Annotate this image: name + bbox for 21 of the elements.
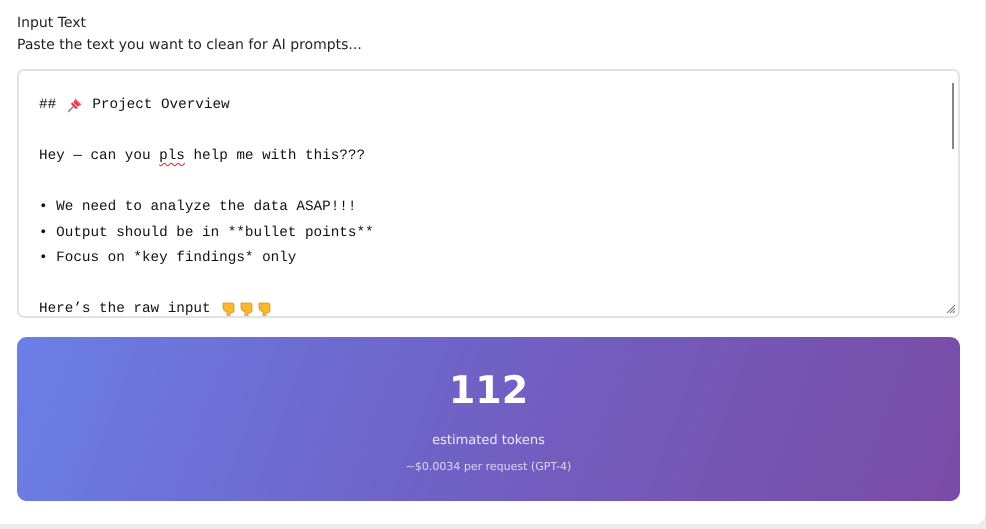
pushpin-icon (66, 97, 83, 114)
pointing-hand-icon (220, 301, 236, 316)
token-label: estimated tokens (432, 433, 545, 448)
text-line: Here’s the raw input (39, 300, 212, 316)
input-label: Input Text (17, 14, 88, 33)
text-line: Project Overview (91, 96, 230, 115)
pointing-hand-icon (238, 301, 254, 316)
text-line: help me with this??? (192, 147, 366, 166)
scrollbar[interactable] (952, 83, 954, 149)
text-line: • Focus on *key findings* only (39, 249, 296, 268)
text-line: • We need to analyze the data ASAP!!! (39, 198, 356, 217)
text-line: • Output should be in **bullet points** (39, 224, 374, 242)
text-area[interactable]: ## Project Overview Hey — can you pls help me with this??? • We need to analyze the data ASAP!!! • Output should be in **bullet points** • Focus on *key findings* only Here’s the raw input (17, 69, 960, 318)
misspelled-word: pls (159, 147, 185, 166)
pointing-hand-icon (256, 301, 272, 316)
text-line: Hey — can you (39, 147, 152, 166)
text-line: ## (39, 96, 58, 115)
cost-estimate: ~$0.0034 per request (GPT-4) (406, 460, 572, 473)
input-hint: Paste the text you want to clean for AI prompts... (17, 36, 363, 55)
resize-grip-icon[interactable] (944, 302, 956, 314)
token-count: 112 (448, 367, 528, 413)
